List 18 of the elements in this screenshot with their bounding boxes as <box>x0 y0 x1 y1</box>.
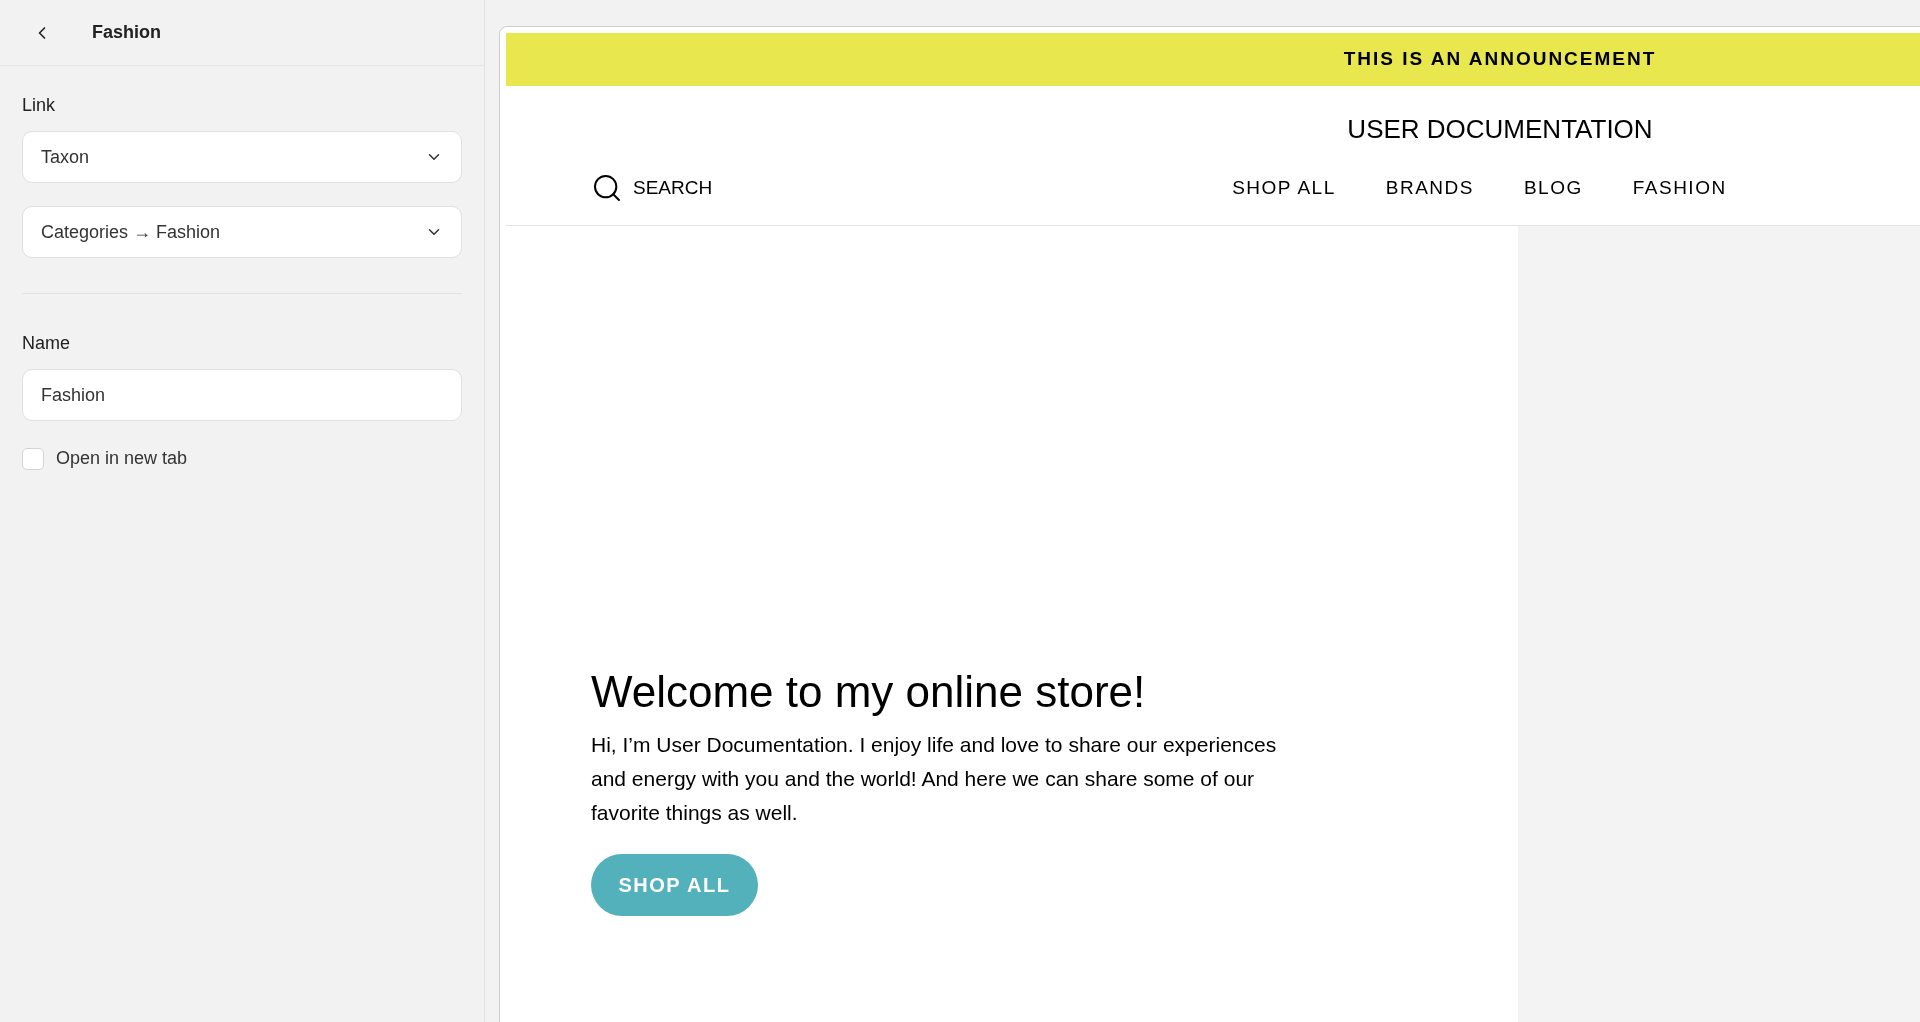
search-button[interactable]: SEARCH <box>591 172 713 204</box>
link-target-select[interactable]: Categories → Fashion <box>22 206 462 258</box>
nav-link[interactable]: BLOG <box>1523 173 1583 203</box>
search-icon <box>591 172 623 204</box>
new-tab-label: Open in new tab <box>56 447 188 470</box>
hero-heading: Welcome to my online store! <box>591 667 1147 716</box>
nav-link[interactable]: BRANDS <box>1385 173 1474 203</box>
link-type-select[interactable]: Taxon <box>22 131 462 183</box>
hero-text: Hi, I’m User Documentation. I enjoy life and love to share our experiences and energy with you and the world! And here we can share some of our favorite things as well. <box>591 732 1278 826</box>
nav-link[interactable]: SHOP ALL <box>1232 173 1336 203</box>
name-field[interactable]: Fashion <box>22 369 462 421</box>
store-title: USER DOCUMENTATION <box>1347 112 1653 146</box>
name-label: Name <box>22 332 71 355</box>
new-tab-checkbox[interactable] <box>22 447 44 470</box>
announcement-text: THIS IS AN ANNOUNCEMENT <box>1343 47 1657 72</box>
panel-title: Fashion <box>92 21 161 44</box>
nav-link[interactable]: FASHION <box>1632 173 1727 203</box>
link-label: Link <box>22 94 57 117</box>
